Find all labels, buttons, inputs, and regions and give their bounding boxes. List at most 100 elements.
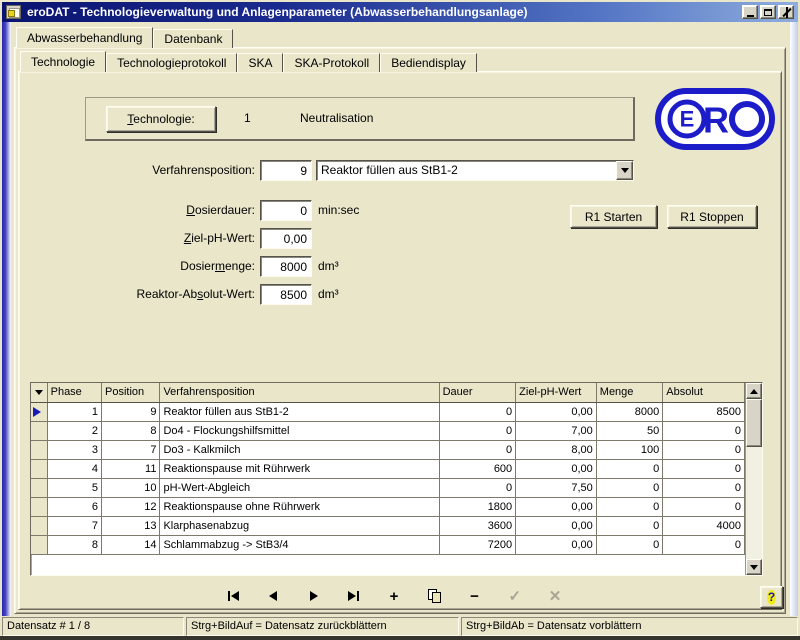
title-bar[interactable]: eroDAT - Technologieverwaltung und Anlag… — [2, 2, 798, 22]
column-header-dauer[interactable]: Dauer — [439, 383, 516, 402]
first-record-button[interactable] — [218, 586, 248, 606]
dosierdauer-input[interactable] — [260, 200, 312, 221]
cell[interactable]: 8 — [102, 421, 160, 440]
r1-stoppen-button[interactable]: R1 Stoppen — [667, 205, 757, 228]
table-row[interactable]: 19Reaktor füllen aus StB1-200,0080008500 — [31, 402, 745, 421]
cell[interactable]: 7,00 — [516, 421, 597, 440]
insert-record-button[interactable]: + — [379, 586, 409, 606]
post-record-button[interactable]: ✓ — [500, 586, 530, 606]
cell[interactable]: 7200 — [439, 535, 516, 554]
tab-technologie[interactable]: Technologie — [20, 51, 106, 72]
help-button[interactable]: ? — [760, 586, 783, 608]
cell[interactable]: 0 — [663, 478, 745, 497]
cell[interactable]: 4 — [47, 459, 101, 478]
column-header-position[interactable]: Position — [102, 383, 160, 402]
cell[interactable]: 0 — [439, 402, 516, 421]
cell[interactable]: 0,00 — [516, 497, 597, 516]
column-header-menge[interactable]: Menge — [596, 383, 663, 402]
scroll-up-button[interactable] — [746, 383, 762, 399]
cell[interactable]: 50 — [596, 421, 663, 440]
r1-starten-button[interactable]: R1 Starten — [570, 205, 657, 228]
table-row[interactable]: 510pH-Wert-Abgleich07,5000 — [31, 478, 745, 497]
cell[interactable]: 7 — [47, 516, 101, 535]
table-row[interactable]: 411Reaktionspause mit Rührwerk6000,0000 — [31, 459, 745, 478]
cell[interactable]: Schlammabzug -> StB3/4 — [160, 535, 439, 554]
reaktor-absolut-wert-input[interactable] — [260, 284, 312, 305]
table-row[interactable]: 28Do4 - Flockungshilfsmittel07,00500 — [31, 421, 745, 440]
verfahrensposition-combobox[interactable]: Reaktor füllen aus StB1-2 — [316, 160, 634, 181]
cell[interactable]: 0 — [663, 459, 745, 478]
column-header-ziel-ph-wert[interactable]: Ziel-pH-Wert — [516, 383, 597, 402]
combobox-dropdown-button[interactable] — [616, 161, 633, 180]
cell[interactable]: 0 — [439, 440, 516, 459]
cell[interactable]: 0,00 — [516, 516, 597, 535]
cell[interactable]: 0 — [596, 459, 663, 478]
table-row[interactable]: 814Schlammabzug -> StB3/472000,0000 — [31, 535, 745, 554]
cell[interactable]: 11 — [102, 459, 160, 478]
cell[interactable]: 3 — [47, 440, 101, 459]
maximize-button[interactable] — [760, 5, 776, 19]
column-header-absolut[interactable]: Absolut — [663, 383, 745, 402]
cell[interactable]: 5 — [47, 478, 101, 497]
ziel-ph-wert-input[interactable] — [260, 228, 312, 249]
cell[interactable]: 1800 — [439, 497, 516, 516]
cell[interactable]: 9 — [102, 402, 160, 421]
cell[interactable]: 12 — [102, 497, 160, 516]
next-record-button[interactable] — [299, 586, 329, 606]
tab-ska[interactable]: SKA — [237, 53, 283, 72]
grid-vertical-scrollbar[interactable] — [745, 383, 762, 575]
cell[interactable]: 0 — [663, 421, 745, 440]
cell[interactable]: 0 — [663, 440, 745, 459]
technologie-button[interactable]: Technologie: — [106, 106, 216, 132]
cell[interactable]: 7,50 — [516, 478, 597, 497]
cell[interactable]: Klarphasenabzug — [160, 516, 439, 535]
column-header-phase[interactable]: Phase — [47, 383, 101, 402]
cell[interactable]: Reaktor füllen aus StB1-2 — [160, 402, 439, 421]
cell[interactable]: 8500 — [663, 402, 745, 421]
cell[interactable]: 4000 — [663, 516, 745, 535]
copy-record-button[interactable] — [419, 586, 449, 606]
table-row[interactable]: 713Klarphasenabzug36000,0004000 — [31, 516, 745, 535]
cancel-record-button[interactable]: ✕ — [540, 586, 570, 606]
scrollbar-thumb[interactable] — [746, 399, 762, 447]
cell[interactable]: 0 — [596, 535, 663, 554]
cell[interactable]: 0 — [663, 535, 745, 554]
cell[interactable]: 7 — [102, 440, 160, 459]
cell[interactable]: Reaktionspause mit Rührwerk — [160, 459, 439, 478]
cell[interactable]: 8000 — [596, 402, 663, 421]
cell[interactable]: 0 — [596, 497, 663, 516]
cell[interactable]: 8,00 — [516, 440, 597, 459]
cell[interactable]: 100 — [596, 440, 663, 459]
dosiermenge-input[interactable] — [260, 256, 312, 277]
prior-record-button[interactable] — [258, 586, 288, 606]
cell[interactable]: 14 — [102, 535, 160, 554]
cell[interactable]: pH-Wert-Abgleich — [160, 478, 439, 497]
cell[interactable]: 10 — [102, 478, 160, 497]
cell[interactable]: 0,00 — [516, 535, 597, 554]
cell[interactable]: 600 — [439, 459, 516, 478]
scrollbar-track[interactable] — [746, 447, 762, 559]
verfahrensposition-input[interactable] — [260, 160, 312, 181]
tab-datenbank[interactable]: Datenbank — [153, 29, 233, 48]
cell[interactable]: 0,00 — [516, 402, 597, 421]
cell[interactable]: 0 — [663, 497, 745, 516]
cell[interactable]: 3600 — [439, 516, 516, 535]
cell[interactable]: 13 — [102, 516, 160, 535]
cell[interactable]: 0,00 — [516, 459, 597, 478]
last-record-button[interactable] — [339, 586, 369, 606]
cell[interactable]: 1 — [47, 402, 101, 421]
scroll-down-button[interactable] — [746, 559, 762, 575]
tab-ska-protokoll[interactable]: SKA-Protokoll — [283, 53, 380, 72]
cell[interactable]: 0 — [596, 516, 663, 535]
cell[interactable]: 0 — [439, 478, 516, 497]
cell[interactable]: Do3 - Kalkmilch — [160, 440, 439, 459]
minimize-button[interactable] — [742, 5, 758, 19]
delete-record-button[interactable]: − — [460, 586, 490, 606]
cell[interactable]: 0 — [596, 478, 663, 497]
table-row[interactable]: 37Do3 - Kalkmilch08,001000 — [31, 440, 745, 459]
column-header-verfahrensposition[interactable]: Verfahrensposition — [160, 383, 439, 402]
cell[interactable]: 0 — [439, 421, 516, 440]
cell[interactable]: 2 — [47, 421, 101, 440]
cell[interactable]: Do4 - Flockungshilfsmittel — [160, 421, 439, 440]
tab-technologieprotokoll[interactable]: Technologieprotokoll — [106, 53, 237, 72]
